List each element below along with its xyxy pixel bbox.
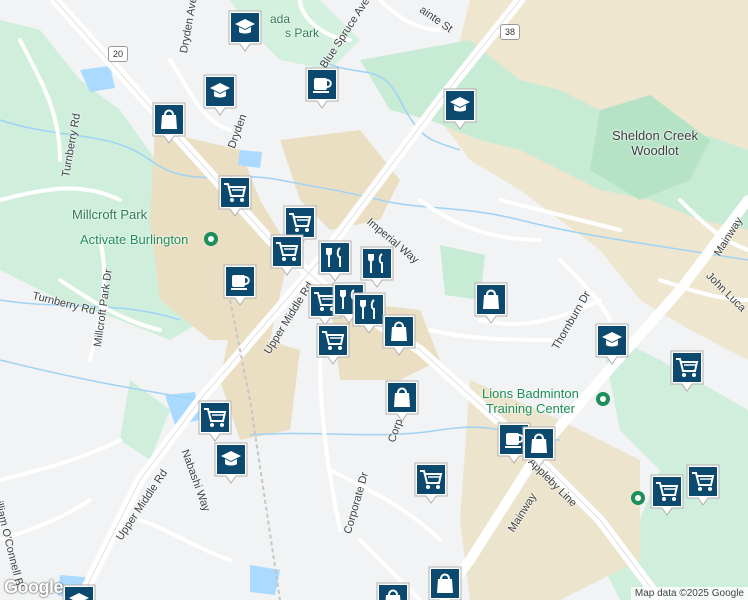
map-attribution: Map data ©2025 Google bbox=[630, 587, 748, 600]
route-38-shield: 38 bbox=[500, 24, 520, 40]
shopping-bag-icon bbox=[376, 582, 410, 600]
shopping-cart-icon bbox=[218, 175, 252, 217]
poi-pin-icon[interactable] bbox=[203, 231, 219, 247]
marker-store[interactable] bbox=[382, 314, 416, 356]
marker-restaurant[interactable] bbox=[318, 240, 352, 282]
park-label: ada bbox=[270, 12, 291, 26]
marker-school[interactable] bbox=[214, 442, 248, 484]
park-label-millcroft: Millcroft Park bbox=[72, 207, 148, 222]
shopping-bag-icon bbox=[152, 102, 186, 144]
marker-grocery[interactable] bbox=[650, 474, 684, 516]
marker-store[interactable] bbox=[376, 582, 410, 600]
shopping-bag-icon bbox=[385, 380, 419, 422]
poi-label-lions[interactable]: Lions Badminton Training Center bbox=[482, 386, 579, 416]
school-icon bbox=[595, 323, 629, 365]
school-icon bbox=[203, 74, 237, 116]
marker-grocery[interactable] bbox=[670, 350, 704, 392]
shopping-bag-icon bbox=[474, 282, 508, 324]
restaurant-icon bbox=[318, 240, 352, 282]
marker-store[interactable] bbox=[385, 380, 419, 422]
school-icon bbox=[228, 10, 262, 52]
poi-pin-icon[interactable] bbox=[595, 391, 611, 407]
marker-school[interactable] bbox=[203, 74, 237, 116]
marker-cafe[interactable] bbox=[223, 264, 257, 306]
marker-store[interactable] bbox=[152, 102, 186, 144]
marker-school[interactable] bbox=[62, 584, 96, 600]
marker-grocery[interactable] bbox=[316, 323, 350, 365]
school-icon bbox=[214, 442, 248, 484]
park-label-sheldon: Sheldon Creek Woodlot bbox=[612, 128, 698, 158]
shopping-cart-icon bbox=[650, 474, 684, 516]
shopping-cart-icon bbox=[670, 350, 704, 392]
shopping-cart-icon bbox=[414, 462, 448, 504]
school-icon bbox=[62, 584, 96, 600]
poi-label-activate[interactable]: Activate Burlington bbox=[80, 232, 188, 247]
poi-pin-icon[interactable] bbox=[630, 490, 646, 506]
marker-store[interactable] bbox=[428, 566, 462, 600]
map-canvas[interactable]: 20 38 Dryden Ave Dryden Blue Spruce Ave … bbox=[0, 0, 748, 600]
marker-grocery[interactable] bbox=[198, 400, 232, 442]
restaurant-icon bbox=[352, 292, 386, 334]
shopping-bag-icon bbox=[382, 314, 416, 356]
shopping-bag-icon bbox=[428, 566, 462, 600]
school-icon bbox=[443, 88, 477, 130]
marker-school[interactable] bbox=[443, 88, 477, 130]
shopping-cart-icon bbox=[270, 234, 304, 276]
marker-grocery[interactable] bbox=[414, 462, 448, 504]
marker-cafe[interactable] bbox=[305, 67, 339, 109]
marker-grocery[interactable] bbox=[218, 175, 252, 217]
shopping-cart-icon bbox=[198, 400, 232, 442]
google-logo: Google bbox=[4, 577, 64, 597]
marker-store[interactable] bbox=[522, 426, 556, 468]
marker-school[interactable] bbox=[595, 323, 629, 365]
coffee-icon bbox=[305, 67, 339, 109]
coffee-icon bbox=[223, 264, 257, 306]
shopping-cart-icon bbox=[686, 464, 720, 506]
marker-restaurant[interactable] bbox=[352, 292, 386, 334]
shopping-cart-icon bbox=[316, 323, 350, 365]
marker-school[interactable] bbox=[228, 10, 262, 52]
route-20-shield: 20 bbox=[108, 46, 128, 62]
park-label: s Park bbox=[285, 26, 320, 40]
marker-grocery[interactable] bbox=[686, 464, 720, 506]
marker-grocery[interactable] bbox=[270, 234, 304, 276]
shopping-bag-icon bbox=[522, 426, 556, 468]
marker-store[interactable] bbox=[474, 282, 508, 324]
